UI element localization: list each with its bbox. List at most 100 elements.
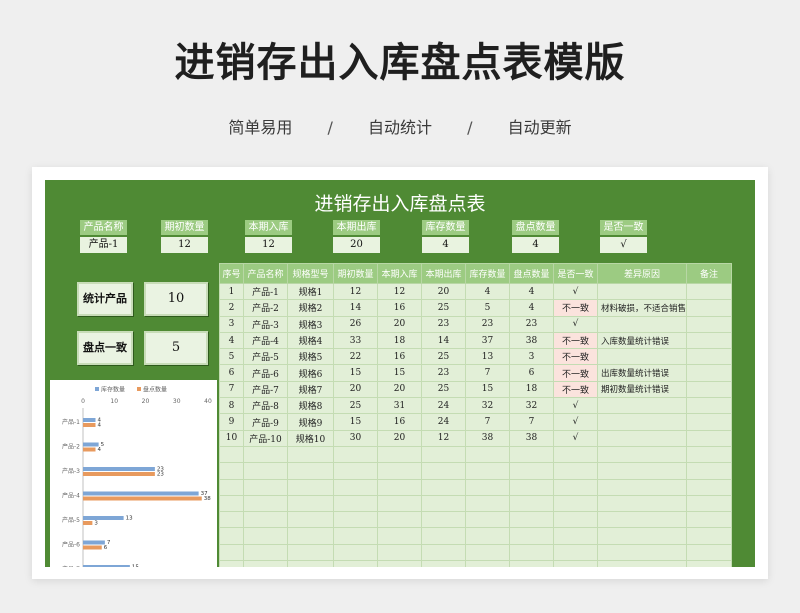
table-cell[interactable]: 规格1: [287, 282, 334, 301]
table-cell[interactable]: 规格6: [287, 364, 334, 382]
empty-cell[interactable]: [219, 543, 244, 562]
table-cell[interactable]: 13: [465, 348, 510, 366]
table-cell[interactable]: 16: [377, 299, 422, 317]
empty-cell[interactable]: [465, 462, 510, 480]
table-cell[interactable]: 20: [377, 380, 422, 399]
table-cell[interactable]: 12: [377, 282, 422, 301]
table-cell[interactable]: 5: [219, 348, 244, 366]
column-header[interactable]: 是否一致: [553, 263, 598, 284]
table-cell[interactable]: 38: [509, 331, 554, 350]
table-cell[interactable]: 24: [421, 397, 466, 415]
empty-cell[interactable]: [686, 462, 733, 480]
empty-cell[interactable]: [421, 494, 466, 513]
table-cell[interactable]: 15: [333, 413, 378, 431]
empty-cell[interactable]: [333, 511, 378, 529]
table-cell[interactable]: 规格7: [287, 380, 334, 399]
table-cell[interactable]: 产品-2: [243, 299, 288, 317]
table-cell[interactable]: 5: [465, 299, 510, 317]
table-cell[interactable]: 1: [219, 282, 244, 301]
empty-cell[interactable]: [287, 527, 334, 545]
table-cell[interactable]: 18: [377, 331, 422, 350]
empty-cell[interactable]: [219, 511, 244, 529]
table-cell[interactable]: [596, 413, 688, 431]
table-cell[interactable]: 12: [421, 429, 466, 447]
table-cell[interactable]: 产品-6: [243, 364, 288, 382]
table-cell[interactable]: 15: [333, 364, 378, 382]
empty-cell[interactable]: [333, 543, 378, 562]
table-cell[interactable]: 38: [509, 429, 554, 447]
empty-cell[interactable]: [509, 511, 554, 529]
empty-cell[interactable]: [243, 494, 288, 513]
table-cell[interactable]: 25: [421, 299, 466, 317]
column-header[interactable]: 产品名称: [243, 263, 288, 284]
empty-cell[interactable]: [686, 445, 733, 464]
table-cell[interactable]: 15: [465, 380, 510, 399]
empty-cell[interactable]: [421, 527, 466, 545]
table-cell[interactable]: [686, 299, 733, 317]
table-cell[interactable]: 材料破损，不适合销售: [596, 299, 688, 317]
empty-cell[interactable]: [333, 494, 378, 513]
empty-cell[interactable]: [596, 494, 688, 513]
column-header[interactable]: 盘点数量: [509, 263, 554, 284]
empty-cell[interactable]: [596, 478, 688, 496]
table-cell[interactable]: [686, 348, 733, 366]
empty-cell[interactable]: [333, 462, 378, 480]
empty-cell[interactable]: [553, 543, 598, 562]
column-header[interactable]: 库存数量: [465, 263, 510, 284]
empty-cell[interactable]: [219, 560, 244, 567]
table-cell[interactable]: 2: [219, 299, 244, 317]
table-cell[interactable]: 产品-9: [243, 413, 288, 431]
empty-cell[interactable]: [465, 478, 510, 496]
empty-cell[interactable]: [243, 462, 288, 480]
empty-cell[interactable]: [553, 478, 598, 496]
table-cell[interactable]: 4: [509, 299, 554, 317]
table-cell[interactable]: 产品-4: [243, 331, 288, 350]
empty-cell[interactable]: [333, 560, 378, 567]
empty-cell[interactable]: [377, 560, 422, 567]
empty-cell[interactable]: [509, 478, 554, 496]
table-cell[interactable]: 15: [377, 364, 422, 382]
table-cell[interactable]: 规格8: [287, 397, 334, 415]
table-cell[interactable]: 24: [421, 413, 466, 431]
table-cell[interactable]: 规格3: [287, 315, 334, 333]
table-cell[interactable]: 20: [377, 315, 422, 333]
empty-cell[interactable]: [509, 543, 554, 562]
table-cell[interactable]: 20: [421, 282, 466, 301]
table-cell[interactable]: 25: [421, 348, 466, 366]
table-cell[interactable]: [686, 364, 733, 382]
table-cell[interactable]: √: [553, 397, 598, 415]
table-cell[interactable]: 期初数量统计错误: [596, 380, 688, 399]
table-cell[interactable]: 25: [333, 397, 378, 415]
empty-cell[interactable]: [243, 445, 288, 464]
table-cell[interactable]: 12: [333, 282, 378, 301]
column-header[interactable]: 备注: [686, 263, 733, 284]
table-cell[interactable]: 6: [509, 364, 554, 382]
empty-cell[interactable]: [596, 560, 688, 567]
empty-cell[interactable]: [509, 462, 554, 480]
empty-cell[interactable]: [465, 527, 510, 545]
table-cell[interactable]: 9: [219, 413, 244, 431]
empty-cell[interactable]: [553, 511, 598, 529]
table-cell[interactable]: 规格9: [287, 413, 334, 431]
empty-cell[interactable]: [553, 527, 598, 545]
empty-cell[interactable]: [686, 494, 733, 513]
table-cell[interactable]: 26: [333, 315, 378, 333]
empty-cell[interactable]: [509, 494, 554, 513]
empty-cell[interactable]: [421, 560, 466, 567]
table-cell[interactable]: 7: [509, 413, 554, 431]
table-cell[interactable]: 23: [509, 315, 554, 333]
table-cell[interactable]: 8: [219, 397, 244, 415]
empty-cell[interactable]: [377, 462, 422, 480]
empty-cell[interactable]: [377, 445, 422, 464]
table-cell[interactable]: 10: [219, 429, 244, 447]
table-cell[interactable]: 入库数量统计错误: [596, 331, 688, 350]
table-cell[interactable]: 20: [333, 380, 378, 399]
table-cell[interactable]: 16: [377, 348, 422, 366]
table-cell[interactable]: 32: [465, 397, 510, 415]
empty-cell[interactable]: [686, 527, 733, 545]
table-cell[interactable]: [596, 315, 688, 333]
empty-cell[interactable]: [219, 478, 244, 496]
table-cell[interactable]: √: [553, 315, 598, 333]
empty-cell[interactable]: [509, 527, 554, 545]
empty-cell[interactable]: [465, 560, 510, 567]
